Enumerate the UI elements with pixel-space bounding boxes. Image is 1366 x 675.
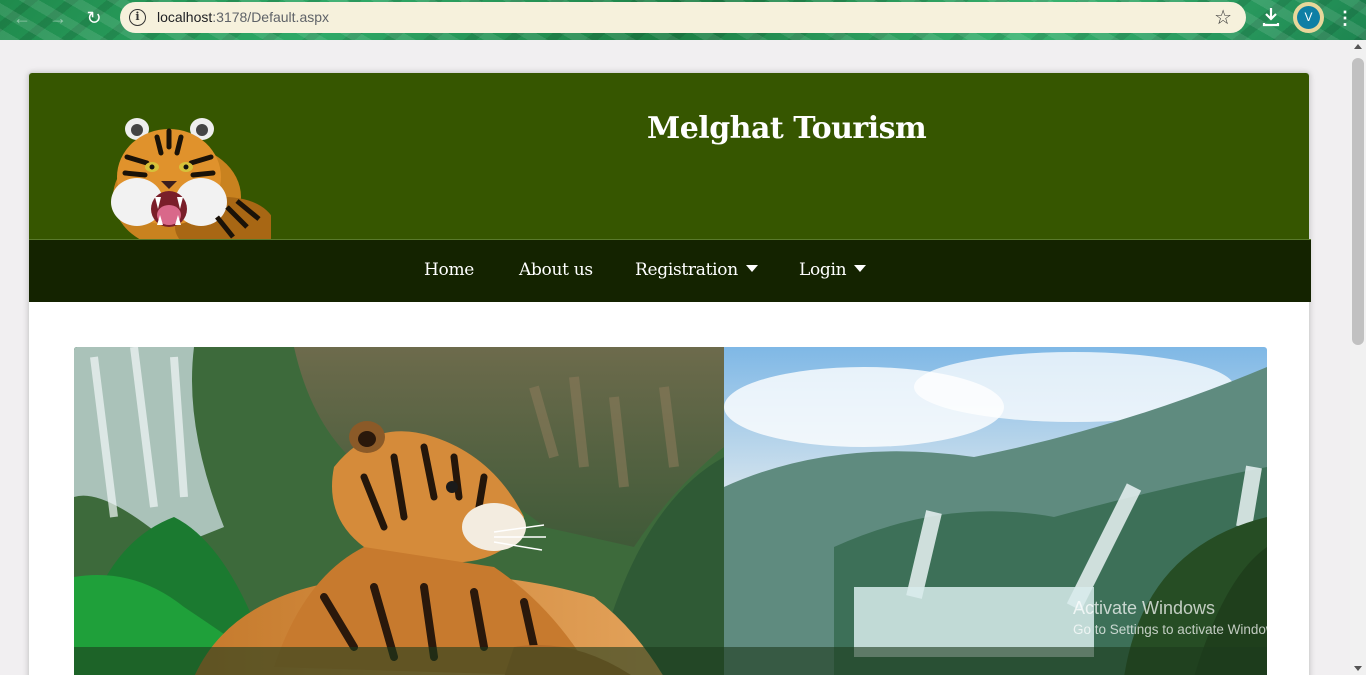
star-icon[interactable]: ☆ bbox=[1214, 5, 1232, 30]
profile-avatar[interactable]: V bbox=[1293, 2, 1324, 33]
nav-about[interactable]: About us bbox=[519, 260, 593, 280]
url-text[interactable]: localhost:3178/Default.aspx bbox=[157, 9, 329, 25]
watermark-title: Activate Windows bbox=[1073, 598, 1216, 618]
url-host: localhost bbox=[157, 9, 213, 25]
activation-watermark: Activate Windows Go to Settings to activ… bbox=[1073, 597, 1286, 639]
chevron-down-icon bbox=[745, 265, 758, 272]
download-icon[interactable] bbox=[1260, 5, 1282, 29]
nav-registration[interactable]: Registration bbox=[635, 260, 758, 280]
page-container: Melghat Tourism Home About us Registrati… bbox=[28, 72, 1311, 675]
reload-icon[interactable]: ↻ bbox=[82, 6, 106, 30]
address-bar[interactable]: i localhost:3178/Default.aspx ☆ bbox=[120, 2, 1246, 33]
menu-icon[interactable]: ⋮ bbox=[1336, 6, 1354, 30]
scroll-up-icon[interactable] bbox=[1354, 44, 1362, 49]
nav-registration-label: Registration bbox=[635, 260, 738, 280]
scroll-down-icon[interactable] bbox=[1354, 666, 1362, 671]
browser-toolbar: ← → ↻ i localhost:3178/Default.aspx ☆ V … bbox=[0, 0, 1366, 40]
forward-icon[interactable]: → bbox=[46, 6, 70, 30]
info-icon[interactable]: i bbox=[129, 9, 146, 26]
nav-login[interactable]: Login bbox=[799, 260, 867, 280]
page-viewport: Melghat Tourism Home About us Registrati… bbox=[0, 40, 1350, 675]
site-title: Melghat Tourism bbox=[647, 111, 927, 146]
site-header: Melghat Tourism bbox=[29, 73, 1309, 239]
watermark-subtitle: Go to Settings to activate Windows. bbox=[1073, 622, 1287, 637]
back-icon[interactable]: ← bbox=[10, 6, 34, 30]
main-navbar: Home About us Registration Login bbox=[29, 239, 1311, 302]
avatar-initial: V bbox=[1297, 6, 1320, 29]
nav-home[interactable]: Home bbox=[424, 260, 474, 280]
nav-login-label: Login bbox=[799, 260, 847, 280]
vertical-scrollbar[interactable] bbox=[1350, 40, 1366, 675]
scroll-thumb[interactable] bbox=[1352, 58, 1364, 345]
url-path: :3178/Default.aspx bbox=[212, 9, 330, 25]
chevron-down-icon bbox=[854, 265, 867, 272]
tiger-logo-image bbox=[107, 117, 271, 239]
